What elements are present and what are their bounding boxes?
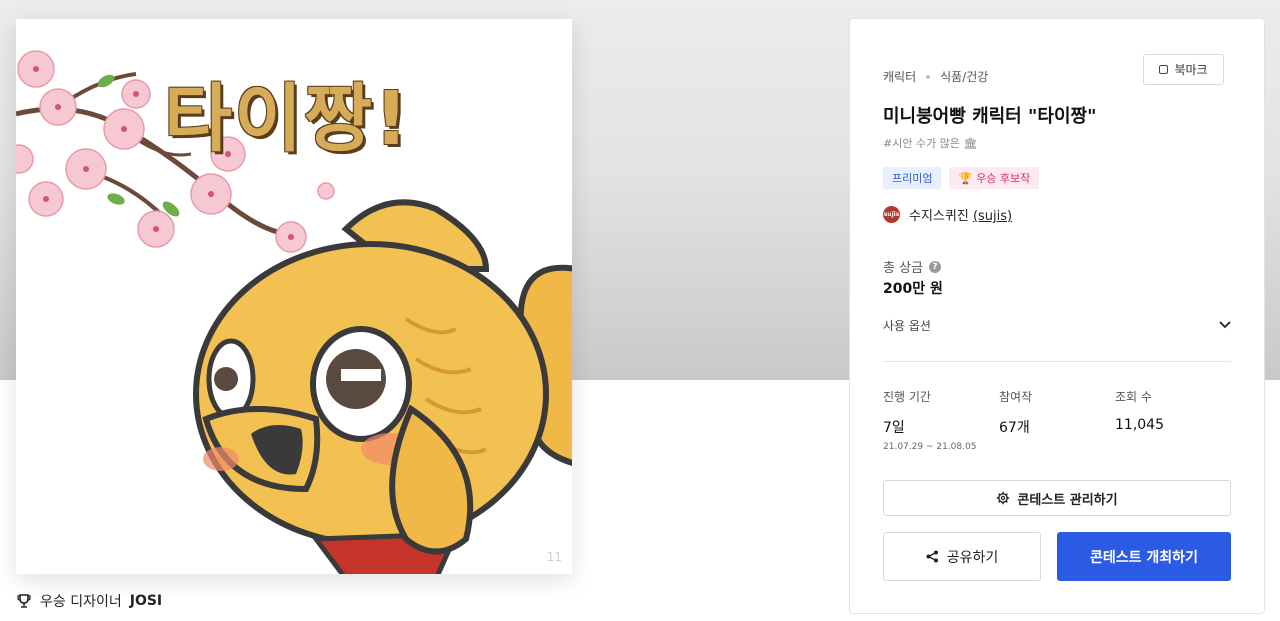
breadcrumb-separator bbox=[926, 74, 931, 79]
stat-views-label: 조회 수 bbox=[1115, 390, 1152, 404]
help-icon[interactable]: ? bbox=[929, 260, 942, 273]
bookmark-button[interactable]: 북마크 bbox=[1143, 54, 1224, 85]
breadcrumb-category[interactable]: 캐릭터 bbox=[883, 68, 916, 85]
stat-period-label: 진행 기간 bbox=[883, 390, 931, 404]
prize-value: 200만 원 bbox=[883, 281, 943, 297]
stat-entries: 참여작 67개 bbox=[999, 388, 1032, 437]
stat-period: 진행 기간 7일 21.07.29 ~ 21.08.05 bbox=[883, 388, 976, 452]
host-name: 수지스퀴진 bbox=[909, 209, 969, 224]
open-contest-button[interactable]: 콘테스트 개최하기 bbox=[1057, 532, 1231, 581]
bookmark-icon bbox=[1159, 65, 1169, 74]
chevron-down-icon bbox=[1219, 321, 1231, 329]
usage-options-toggle[interactable]: 사용 옵션 bbox=[883, 315, 1231, 335]
premium-badge-label: 프리미엄 bbox=[892, 172, 933, 185]
share-button[interactable]: 공유하기 bbox=[883, 532, 1041, 581]
badge-list: 프리미엄 🏆 우승 후보작 bbox=[883, 167, 1040, 189]
manage-contest-label: 콘테스트 관리하기 bbox=[1017, 492, 1118, 508]
stat-views-value: 11,045 bbox=[1115, 417, 1164, 433]
stat-period-value: 7일 bbox=[883, 420, 905, 436]
contest-title: 미니붕어빵 캐릭터 "타이짱" bbox=[883, 106, 1097, 127]
breadcrumb-subcategory[interactable]: 식품/건강 bbox=[940, 68, 988, 85]
winning-designer: 우승 디자이너 JOSI bbox=[16, 591, 162, 611]
host-profile[interactable]: sujis 수지스퀴진 (sujis) bbox=[883, 205, 1012, 224]
prize-label: 총 상금 ? bbox=[883, 257, 942, 276]
stat-period-range: 21.07.29 ~ 21.08.05 bbox=[883, 442, 977, 452]
share-label: 공유하기 bbox=[946, 549, 999, 566]
stat-entries-value: 67개 bbox=[999, 420, 1030, 436]
divider bbox=[883, 361, 1231, 362]
taiyaki-character bbox=[193, 199, 572, 574]
open-contest-label: 콘테스트 개최하기 bbox=[1090, 549, 1198, 566]
winner-label: 우승 디자이너 bbox=[40, 594, 122, 610]
trophy-icon bbox=[17, 594, 31, 608]
share-icon bbox=[926, 550, 938, 563]
bookmark-label: 북마크 bbox=[1174, 63, 1208, 77]
prize-label-text: 총 상금 bbox=[883, 261, 924, 276]
stat-entries-label: 참여작 bbox=[999, 390, 1033, 404]
premium-badge: 프리미엄 bbox=[883, 167, 942, 189]
contest-info-panel: 캐릭터 식품/건강 북마크 미니붕어빵 캐릭터 "타이짱" #시안 수가 많은 … bbox=[849, 18, 1265, 614]
winning-artwork[interactable]: 타이짱! 11 bbox=[16, 19, 572, 574]
host-handle[interactable]: (sujis) bbox=[973, 209, 1012, 224]
award-badge: 🏆 우승 후보작 bbox=[949, 167, 1040, 189]
avatar: sujis bbox=[883, 206, 900, 223]
breadcrumb: 캐릭터 식품/건강 bbox=[883, 68, 988, 85]
winner-name[interactable]: JOSI bbox=[130, 593, 162, 609]
artwork-title-text: 타이짱! bbox=[164, 76, 410, 162]
artwork-watermark: 11 bbox=[546, 550, 562, 564]
stat-views: 조회 수 11,045 bbox=[1115, 388, 1164, 433]
gear-icon bbox=[997, 491, 1010, 505]
usage-options-label: 사용 옵션 bbox=[883, 318, 931, 333]
award-badge-label: 우승 후보작 bbox=[976, 172, 1031, 185]
manage-contest-button[interactable]: 콘테스트 관리하기 bbox=[883, 480, 1231, 516]
trophy-icon: 🏆 bbox=[958, 171, 973, 185]
contest-tag[interactable]: #시안 수가 많은 🏛 bbox=[883, 135, 977, 151]
